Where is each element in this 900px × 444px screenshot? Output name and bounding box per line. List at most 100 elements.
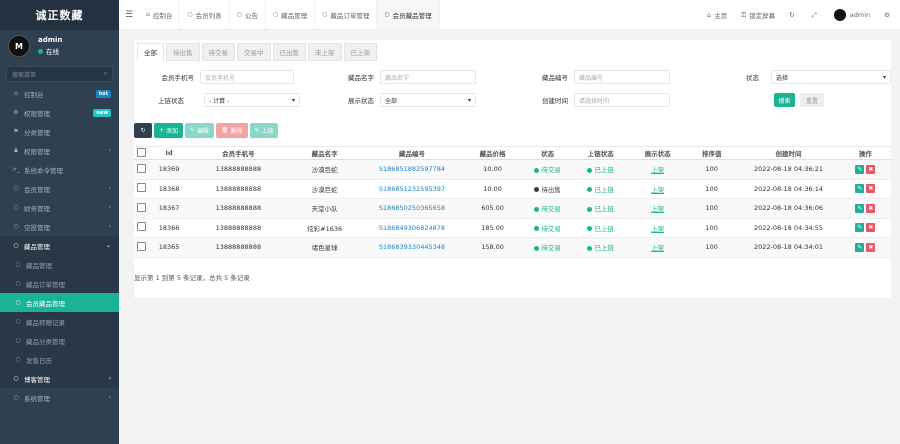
checkbox[interactable] bbox=[137, 147, 147, 157]
edit-row-button[interactable]: ✎ bbox=[855, 164, 865, 174]
checkbox[interactable] bbox=[137, 183, 147, 193]
delete-row-button[interactable]: ✖ bbox=[866, 203, 876, 213]
column-header[interactable]: 藏品名字 bbox=[288, 148, 362, 158]
row-checkbox[interactable] bbox=[134, 163, 149, 175]
column-header[interactable]: 操作 bbox=[840, 148, 891, 158]
sidebar-item[interactable]: ○ 博客管理 ‹ bbox=[0, 369, 119, 388]
column-header[interactable]: 藏品编号 bbox=[362, 148, 463, 158]
column-header[interactable]: 藏品价格 bbox=[462, 148, 523, 158]
sidebar-subitem[interactable]: ○ 藏品分类管理 bbox=[0, 331, 119, 350]
top-tab[interactable]: ○ 会员列表 bbox=[180, 0, 230, 30]
cell-display-link[interactable]: 上架 bbox=[629, 164, 686, 174]
column-header[interactable]: 排序值 bbox=[686, 148, 737, 158]
sidebar-item[interactable]: ⚙ 权限管理 new bbox=[0, 103, 119, 122]
refresh-button[interactable]: ↻ bbox=[134, 123, 152, 138]
cell-price: 10.00 bbox=[483, 184, 502, 193]
member-phone-input[interactable]: 会员手机号 bbox=[200, 70, 294, 84]
search-button[interactable]: 搜索 bbox=[774, 93, 795, 107]
row-checkbox[interactable] bbox=[134, 183, 149, 194]
table-row[interactable]: 18366 13888888888 炫彩#1636 S186849306824878 1… bbox=[134, 219, 891, 238]
top-tab[interactable]: ○ 会员藏品管理 bbox=[377, 0, 440, 30]
search-icon[interactable]: ⌕ bbox=[104, 70, 107, 78]
checkbox[interactable] bbox=[137, 163, 147, 173]
checkbox[interactable] bbox=[137, 241, 147, 251]
select-all-checkbox[interactable] bbox=[134, 147, 149, 159]
status-tab[interactable]: 待出售 bbox=[166, 43, 200, 61]
topbar-action[interactable]: ⚿ 锁定屏幕 bbox=[734, 10, 782, 21]
delete-row-button[interactable]: ✖ bbox=[866, 223, 876, 233]
add-button[interactable]: + 添加 bbox=[154, 123, 183, 138]
delete-row-button[interactable]: ✖ bbox=[866, 184, 876, 194]
sidebar-item[interactable]: ○ 系统管理 ‹ bbox=[0, 388, 119, 407]
edit-row-button[interactable]: ✎ bbox=[855, 203, 865, 213]
column-header[interactable]: 状态 bbox=[523, 148, 572, 158]
status-tab[interactable]: 已出售 bbox=[272, 43, 306, 61]
cell-sort: 100 bbox=[705, 243, 718, 252]
column-header[interactable]: 展示状态 bbox=[629, 148, 686, 158]
topbar-action[interactable]: ⤢ bbox=[805, 11, 827, 20]
menu-toggle-icon[interactable]: ☰ bbox=[119, 10, 139, 20]
cell-display-link[interactable]: 上架 bbox=[629, 184, 686, 194]
sidebar-subitem[interactable]: ○ 会员藏品管理 bbox=[0, 293, 119, 312]
delete-button[interactable]: 🗑 删除 bbox=[215, 123, 248, 138]
sidebar-subitem[interactable]: ○ 藏品订单管理 bbox=[0, 274, 119, 293]
chain-button[interactable]: ✎ 上链 bbox=[249, 123, 279, 138]
status-tab[interactable]: 已上架 bbox=[343, 43, 377, 61]
cell-display-link[interactable]: 上架 bbox=[629, 223, 686, 233]
sidebar-subitem[interactable]: ○ 发售日历 bbox=[0, 350, 119, 369]
topbar-action[interactable]: ⌂ 主页 bbox=[700, 10, 734, 20]
column-header[interactable]: 会员手机号 bbox=[189, 148, 288, 158]
sidebar-search-input[interactable]: 搜索菜单 ⌕ bbox=[6, 66, 113, 82]
table-row[interactable]: 18367 13888888888 天堂小队 S186850250365658 605.… bbox=[134, 199, 891, 219]
sidebar-item[interactable]: >_ 系统命令管理 bbox=[0, 160, 119, 179]
row-checkbox[interactable] bbox=[134, 241, 149, 253]
top-tab[interactable]: ○ 公告 bbox=[230, 0, 266, 30]
status-tab[interactable]: 未上架 bbox=[308, 43, 342, 61]
sidebar-subitem[interactable]: ○ 藏品管理 bbox=[0, 255, 119, 274]
sidebar-item[interactable]: ⚑ 分类管理 bbox=[0, 122, 119, 141]
sidebar-item-label: 博客管理 bbox=[24, 375, 50, 384]
edit-row-button[interactable]: ✎ bbox=[855, 223, 865, 233]
topbar-action[interactable]: admin bbox=[827, 9, 877, 21]
top-tab[interactable]: ⌂ 控制台 bbox=[139, 0, 181, 30]
sidebar-item[interactable]: ♟ 权限管理 ‹ bbox=[0, 141, 119, 160]
cell-display-link[interactable]: 上架 bbox=[629, 242, 686, 252]
listing-status-select[interactable]: - 计算 - ▾ bbox=[204, 93, 300, 107]
topbar-action[interactable]: ⚙ bbox=[877, 11, 900, 19]
edit-row-button[interactable]: ✎ bbox=[855, 184, 865, 194]
item-name-input[interactable]: 藏品名字 bbox=[380, 70, 476, 84]
column-header[interactable]: 上链状态 bbox=[572, 148, 629, 158]
table-row[interactable]: 18365 13888888888 堵色星球 S186839330445348 158.… bbox=[134, 238, 891, 258]
status-tab[interactable]: 全部 bbox=[137, 43, 164, 61]
row-checkbox[interactable] bbox=[134, 202, 149, 214]
delete-row-button[interactable]: ✖ bbox=[866, 164, 876, 174]
top-tab[interactable]: ○ 藏品订单管理 bbox=[315, 0, 378, 30]
cell-display-link[interactable]: 上架 bbox=[629, 203, 686, 213]
checkbox[interactable] bbox=[137, 222, 147, 232]
display-status-select[interactable]: 全部 ▾ bbox=[380, 93, 476, 107]
row-checkbox[interactable] bbox=[134, 222, 149, 233]
sidebar-item[interactable]: ○ 财务管理 ‹ bbox=[0, 198, 119, 217]
column-header[interactable]: 创建时间 bbox=[737, 148, 839, 158]
sidebar-item[interactable]: ○ 会员管理 ‹ bbox=[0, 179, 119, 198]
table-row[interactable]: 18369 13888888888 沙漠巨蛇 S186851882597784 10.0… bbox=[134, 160, 891, 180]
sidebar-item[interactable]: ○ 藏品管理 ⌄ bbox=[0, 236, 119, 255]
delete-row-button[interactable]: ✖ bbox=[866, 242, 876, 252]
status-select[interactable]: 选择 ▾ bbox=[771, 70, 891, 84]
sidebar-subitem[interactable]: ○ 藏品转赠记录 bbox=[0, 312, 119, 331]
column-header[interactable]: Id bbox=[149, 149, 189, 157]
edit-button[interactable]: ✎ 编辑 bbox=[184, 123, 214, 138]
top-tab[interactable]: ○ 藏品管理 bbox=[266, 0, 316, 30]
status-tab[interactable]: 交易中 bbox=[237, 43, 271, 61]
sidebar-item[interactable]: ○ 空投管理 ‹ bbox=[0, 217, 119, 236]
created-time-input[interactable]: 请选择时间 bbox=[574, 93, 670, 107]
avatar[interactable]: M bbox=[8, 35, 30, 57]
table-row[interactable]: 18368 13888888888 沙漠巨蛇 S186851232595397 10.0… bbox=[134, 180, 891, 199]
checkbox[interactable] bbox=[137, 202, 147, 212]
status-tab[interactable]: 待交易 bbox=[201, 43, 235, 61]
item-no-input[interactable]: 藏品编号 bbox=[574, 70, 670, 84]
topbar-action[interactable]: ↻ bbox=[782, 11, 804, 19]
reset-button[interactable]: 重置 bbox=[800, 93, 824, 107]
edit-row-button[interactable]: ✎ bbox=[855, 242, 865, 252]
sidebar-item[interactable]: ⌂ 控制台 hot bbox=[0, 84, 119, 103]
